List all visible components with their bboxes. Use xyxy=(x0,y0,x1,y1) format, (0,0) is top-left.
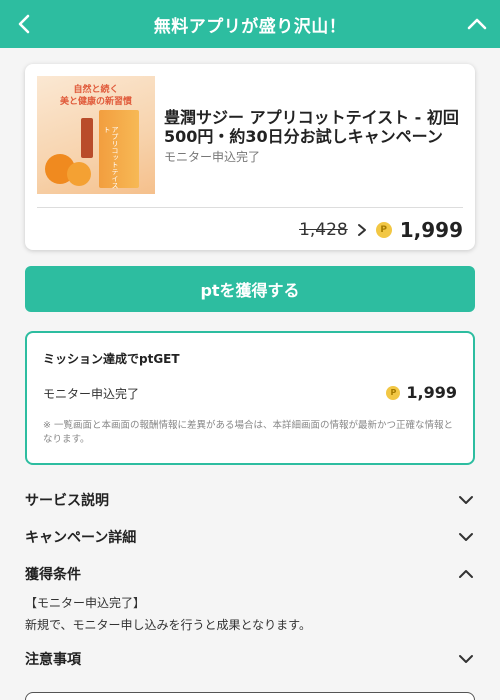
header-bar: 無料アプリが盛り沢山！ xyxy=(0,0,500,48)
product-status: モニター申込完了 xyxy=(164,150,261,164)
chevron-down-icon xyxy=(459,533,473,541)
price-row: 1,428 P 1,999 xyxy=(299,216,463,244)
accordion-conditions-label: 獲得条件 xyxy=(25,567,81,583)
accordion-service-label: サービス説明 xyxy=(25,493,109,509)
bottom-outlined-box[interactable] xyxy=(25,692,475,700)
mission-box: ミッション達成でptGET モニター申込完了 P 1,999 ※ 一覧画面と本画… xyxy=(25,331,475,465)
chevron-up-icon xyxy=(459,570,473,578)
product-title: 豊潤サジー アプリコットテイスト - 初回500円・約30日分お試しキャンペーン xyxy=(164,108,459,146)
bottle-graphic xyxy=(81,118,93,158)
point-coin-icon: P xyxy=(375,222,392,238)
chevron-up-icon[interactable] xyxy=(464,11,490,37)
product-image-headline: 美と健康の新習慣 xyxy=(59,97,132,107)
product-image: 自然と続く 美と健康の新習慣 アプリコットテイスト xyxy=(37,76,155,194)
card-divider xyxy=(37,207,463,208)
chevron-right-icon xyxy=(357,224,366,236)
mission-points-value: 1,999 xyxy=(406,383,457,402)
point-coin-icon: P xyxy=(386,385,401,400)
chevron-left-icon[interactable] xyxy=(12,11,38,37)
apricot-graphic-2 xyxy=(67,162,91,186)
conditions-subtitle: 【モニター申込完了】 xyxy=(25,596,146,610)
get-points-button[interactable]: ptを獲得する xyxy=(25,266,475,312)
package-text: アプリコットテイスト xyxy=(103,126,119,189)
accordion-campaign-label: キャンペーン詳細 xyxy=(25,530,137,546)
accordion-notes-label: 注意事項 xyxy=(25,652,81,668)
product-card: 自然と続く 美と健康の新習慣 アプリコットテイスト 豊潤サジー アプリコットテイ… xyxy=(25,64,475,250)
chevron-down-icon xyxy=(459,496,473,504)
old-price: 1,428 xyxy=(299,220,348,240)
page-title: 無料アプリが盛り沢山！ xyxy=(153,16,347,37)
mission-item-label: モニター申込完了 xyxy=(43,387,140,401)
new-price: 1,999 xyxy=(399,218,463,242)
mission-item-points: P 1,999 xyxy=(386,383,457,402)
accordion-service[interactable]: サービス説明 xyxy=(25,488,475,512)
chevron-down-icon xyxy=(459,655,473,663)
accordion-conditions[interactable]: 獲得条件 xyxy=(25,562,475,586)
accordion-campaign[interactable]: キャンペーン詳細 xyxy=(25,525,475,549)
mission-note: ※ 一覧画面と本画面の報酬情報に差異がある場合は、本詳細画面の情報が最新かつ正確… xyxy=(43,420,453,445)
mission-title: ミッション達成でptGET xyxy=(43,352,180,366)
accordion-notes[interactable]: 注意事項 xyxy=(25,647,475,671)
conditions-body: 新規で、モニター申し込みを行うと成果となります。 xyxy=(25,618,311,632)
